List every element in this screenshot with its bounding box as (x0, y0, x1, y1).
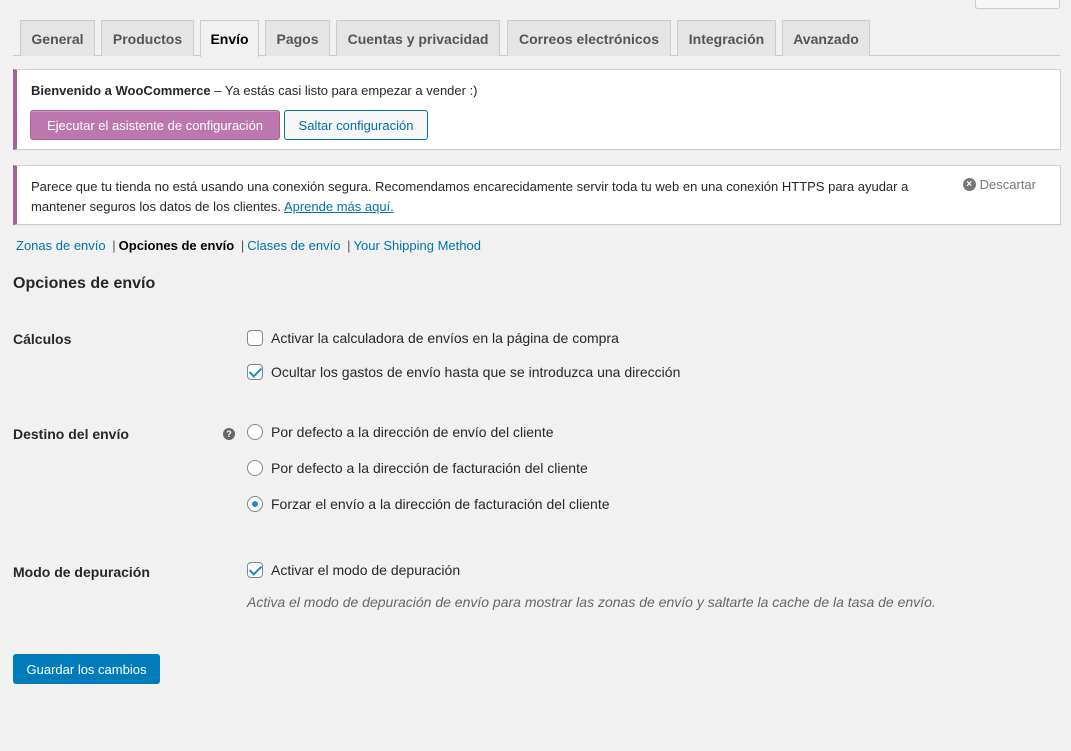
debug-description: Activa el modo de depuración de envío pa… (247, 594, 936, 610)
tab-correos[interactable]: Correos electrónicos (507, 20, 671, 56)
destination-radio-billing[interactable] (247, 460, 263, 476)
enable-calculator-checkbox[interactable] (247, 330, 263, 346)
welcome-notice: Bienvenido a WooCommerce – Ya estás casi… (13, 69, 1061, 150)
destination-label: Destino del envío (13, 426, 129, 442)
tab-integracion[interactable]: Integración (677, 20, 776, 56)
welcome-text: – Ya estás casi listo para empezar a ven… (210, 83, 478, 98)
tab-pagos[interactable]: Pagos (265, 20, 330, 56)
tab-general[interactable]: General (20, 20, 95, 56)
skip-setup-button[interactable]: Saltar configuración (284, 110, 428, 140)
destination-option-billing[interactable]: Por defecto a la dirección de facturació… (247, 460, 588, 476)
tab-cuentas-privacidad[interactable]: Cuentas y privacidad (336, 20, 500, 56)
welcome-title: Bienvenido a WooCommerce (31, 83, 211, 98)
destination-option-force-billing[interactable]: Forzar el envío a la dirección de factur… (247, 496, 610, 512)
welcome-message: Bienvenido a WooCommerce – Ya estás casi… (31, 83, 478, 98)
destination-option-shipping[interactable]: Por defecto a la dirección de envío del … (247, 424, 554, 440)
tab-envio[interactable]: Envío (200, 20, 259, 57)
destination-label-billing: Por defecto a la dirección de facturació… (271, 460, 588, 476)
destination-label-shipping: Por defecto a la dirección de envío del … (271, 424, 554, 440)
subnav-custom-method[interactable]: Your Shipping Method (354, 238, 481, 253)
help-icon[interactable]: ? (223, 428, 235, 440)
destination-radio-force-billing[interactable] (247, 496, 263, 512)
shipping-subnav: Zonas de envío | Opciones de envío | Clase… (16, 238, 481, 253)
subnav-shipping-options[interactable]: Opciones de envío (119, 238, 235, 253)
close-icon: × (962, 178, 976, 191)
ssl-notice-text: Parece que tu tienda no está usando una … (31, 177, 951, 217)
hide-costs-label: Ocultar los gastos de envío hasta que se… (271, 364, 681, 380)
debug-mode-checkbox[interactable] (247, 562, 263, 578)
save-changes-button[interactable]: Guardar los cambios (13, 654, 160, 684)
subnav-separator: | (347, 238, 351, 253)
hide-costs-option[interactable]: Ocultar los gastos de envío hasta que se… (247, 364, 680, 380)
dismiss-button[interactable]: × Descartar (962, 177, 1036, 192)
destination-label-force-billing: Forzar el envío a la dirección de factur… (271, 496, 610, 512)
calculations-label: Cálculos (13, 331, 72, 347)
enable-calculator-label: Activar la calculadora de envíos en la p… (271, 330, 619, 346)
subnav-separator: | (112, 238, 116, 253)
subnav-shipping-zones[interactable]: Zonas de envío (16, 238, 106, 253)
tab-productos[interactable]: Productos (101, 20, 194, 56)
run-setup-wizard-button[interactable]: Ejecutar el asistente de configuración (30, 110, 280, 140)
settings-tabs: General Productos Envío Pagos Cuentas y … (0, 0, 1071, 57)
learn-more-link[interactable]: Aprende más aquí. (284, 199, 394, 214)
dismiss-label: Descartar (979, 177, 1036, 192)
page-title: Opciones de envío (13, 275, 156, 292)
subnav-shipping-classes[interactable]: Clases de envío (247, 238, 340, 253)
subnav-separator: | (240, 238, 245, 253)
tab-avanzado[interactable]: Avanzado (782, 20, 870, 56)
debug-mode-label: Activar el modo de depuración (271, 562, 461, 578)
enable-calculator-option[interactable]: Activar la calculadora de envíos en la p… (247, 330, 619, 346)
debug-label: Modo de depuración (13, 564, 150, 580)
destination-radio-shipping[interactable] (247, 424, 263, 440)
debug-mode-option[interactable]: Activar el modo de depuración (247, 562, 460, 578)
ssl-notice: Parece que tu tienda no está usando una … (13, 165, 1061, 225)
hide-costs-checkbox[interactable] (247, 364, 263, 380)
ssl-message: Parece que tu tienda no está usando una … (31, 179, 909, 214)
